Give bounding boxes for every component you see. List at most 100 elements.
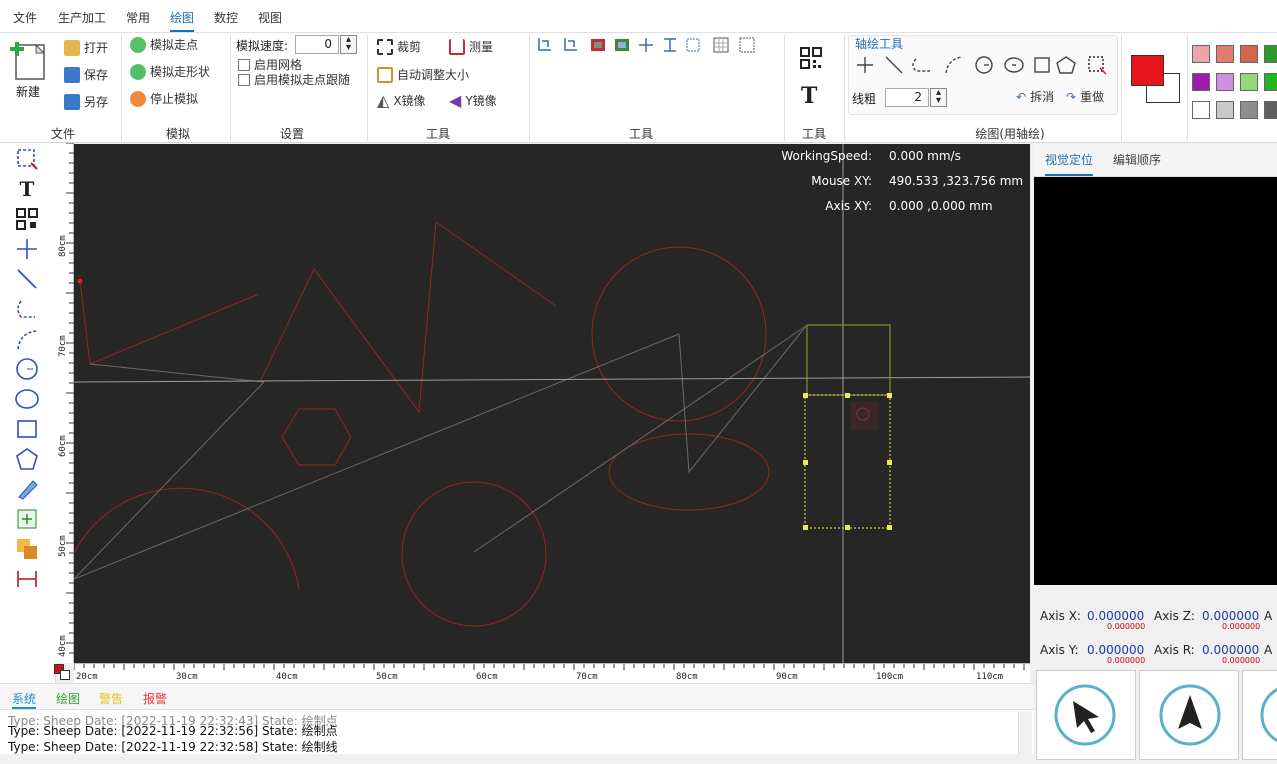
palette-swatch[interactable] [1216, 73, 1234, 91]
polygon-tool-icon[interactable] [14, 446, 40, 472]
text-tool-icon[interactable]: T [14, 176, 40, 202]
palette-swatch[interactable] [1216, 45, 1234, 63]
rectangle-tool-icon[interactable] [14, 416, 40, 442]
axis-r-label: Axis R: [1154, 643, 1195, 657]
speed-input[interactable]: 0 [295, 35, 339, 54]
simulate-walk-point-button[interactable]: 模拟走点 [130, 36, 198, 53]
circle-tool-icon[interactable] [14, 356, 40, 382]
axis-x-value: 0.000000 [1087, 609, 1145, 623]
arc-tool-icon[interactable] [14, 326, 40, 352]
gray-line-3[interactable] [73, 333, 680, 580]
handle[interactable] [887, 525, 892, 530]
handle[interactable] [803, 393, 808, 398]
gray-line-4[interactable] [473, 325, 807, 553]
measure-tool-icon[interactable] [14, 566, 40, 592]
menu-file[interactable]: 文件 [13, 9, 37, 26]
palette-swatch[interactable] [1264, 101, 1277, 119]
redo-button[interactable]: ↷ 重做 [1066, 88, 1104, 105]
layers-tool-icon[interactable] [14, 536, 40, 562]
ellipse-tool-icon[interactable] [14, 386, 40, 412]
jog-up-left-button[interactable] [1036, 670, 1136, 760]
palette-swatch[interactable] [1240, 45, 1258, 63]
palette-swatch[interactable] [1264, 73, 1277, 91]
follow-checkbox[interactable]: 启用模拟走点跟随 [238, 71, 350, 88]
speed-stepper[interactable]: ▴ ▾ [340, 35, 357, 54]
jog-up-right-button[interactable] [1242, 670, 1277, 760]
line-tool-icon[interactable] [14, 266, 40, 292]
log-scrollbar[interactable] [1018, 712, 1032, 755]
red-circle-small[interactable] [401, 481, 547, 627]
handle[interactable] [803, 525, 808, 530]
tab-visual-positioning[interactable]: 视觉定位 [1045, 151, 1094, 176]
red-start-point[interactable] [77, 278, 83, 284]
speed-label: 模拟速度: [236, 39, 289, 53]
simulate-walk-shape-button[interactable]: 模拟走形状 [130, 63, 210, 80]
checkbox-box[interactable] [238, 73, 250, 86]
tab-draw-log[interactable]: 绘图 [56, 690, 80, 707]
undo-button[interactable]: ↶ 拆消 [1016, 88, 1054, 105]
polyline-tool-icon[interactable] [14, 296, 40, 322]
saveas-button[interactable]: 另存 [64, 93, 108, 110]
point-tool-icon[interactable] [14, 236, 40, 262]
tab-alarm[interactable]: 报警 [143, 690, 167, 707]
group-title-file: 文件 [50, 127, 75, 141]
stop-simulate-button[interactable]: 停止模拟 [130, 90, 198, 107]
menu-draw[interactable]: 绘图 [170, 9, 195, 32]
palette-swatch[interactable] [1192, 101, 1210, 119]
handle[interactable] [887, 460, 892, 465]
red-triangle-path[interactable] [259, 221, 557, 414]
new-file-icon[interactable] [8, 39, 52, 81]
new-button-label[interactable]: 新建 [16, 83, 40, 100]
menu-production[interactable]: 生产加工 [58, 9, 106, 26]
menu-common[interactable]: 常用 [126, 9, 150, 26]
palette-swatch[interactable] [1240, 101, 1258, 119]
canvas-drawing[interactable] [68, 144, 1031, 663]
text-tool-icon[interactable]: T [801, 83, 817, 109]
add-point-tool-icon[interactable] [14, 506, 40, 532]
handle[interactable] [845, 525, 850, 530]
eraser-tool-icon[interactable] [14, 476, 40, 502]
crop-button[interactable]: 裁剪 [377, 38, 421, 55]
save-button[interactable]: 保存 [64, 66, 108, 83]
qrcode-tool-icon[interactable] [14, 206, 40, 232]
gray-line-1[interactable] [89, 363, 265, 383]
green-rectangle[interactable] [806, 324, 891, 396]
select-tool-icon[interactable] [14, 146, 40, 172]
line-width-input[interactable]: 2 [885, 88, 929, 107]
palette-swatch[interactable] [1216, 101, 1234, 119]
label: 模拟走点 [150, 38, 199, 52]
tab-system[interactable]: 系统 [12, 690, 37, 709]
palette-swatch[interactable] [1192, 73, 1210, 91]
open-button[interactable]: 打开 [64, 39, 108, 56]
line-width-label: 线粗 [852, 92, 877, 106]
autosize-button[interactable]: 自动调整大小 [377, 66, 469, 83]
checkbox-box[interactable] [238, 58, 250, 71]
red-hexagon[interactable] [281, 408, 352, 466]
jog-up-button[interactable] [1139, 670, 1239, 760]
red-polyline[interactable] [79, 280, 260, 365]
menu-cnc[interactable]: 数控 [214, 9, 238, 26]
axis-tools-label: 轴绘工具 [855, 37, 904, 51]
handle[interactable] [845, 393, 850, 398]
crosshair-horizontal [73, 376, 1031, 383]
drawing-canvas[interactable]: WorkingSpeed: 0.000 mm/s Mouse XY: 490.5… [68, 144, 1031, 663]
axis-z-label: Axis Z: [1154, 609, 1195, 623]
palette-swatch[interactable] [1192, 45, 1210, 63]
tab-warning[interactable]: 警告 [99, 690, 123, 707]
red-arc[interactable] [68, 487, 300, 590]
palette-swatch[interactable] [1240, 73, 1258, 91]
measure-button[interactable]: 测量 [449, 38, 493, 55]
handle[interactable] [887, 393, 892, 398]
gray-line-2[interactable] [73, 381, 265, 580]
y-mirror-button[interactable]: ◀ Y镜像 [449, 91, 497, 110]
handle[interactable] [803, 460, 808, 465]
qrcode-icon[interactable] [800, 47, 822, 69]
foreground-color-swatch[interactable] [1131, 55, 1164, 86]
tab-edit-order[interactable]: 编辑顺序 [1113, 151, 1161, 168]
x-mirror-button[interactable]: ◭ X镜像 [377, 91, 426, 110]
palette-swatch[interactable] [1264, 45, 1277, 63]
line-width-stepper[interactable]: ▴ ▾ [930, 88, 947, 107]
label: 测量 [469, 40, 494, 54]
menu-view[interactable]: 视图 [258, 9, 282, 26]
y-mirror-icon: ◀ [449, 91, 462, 110]
